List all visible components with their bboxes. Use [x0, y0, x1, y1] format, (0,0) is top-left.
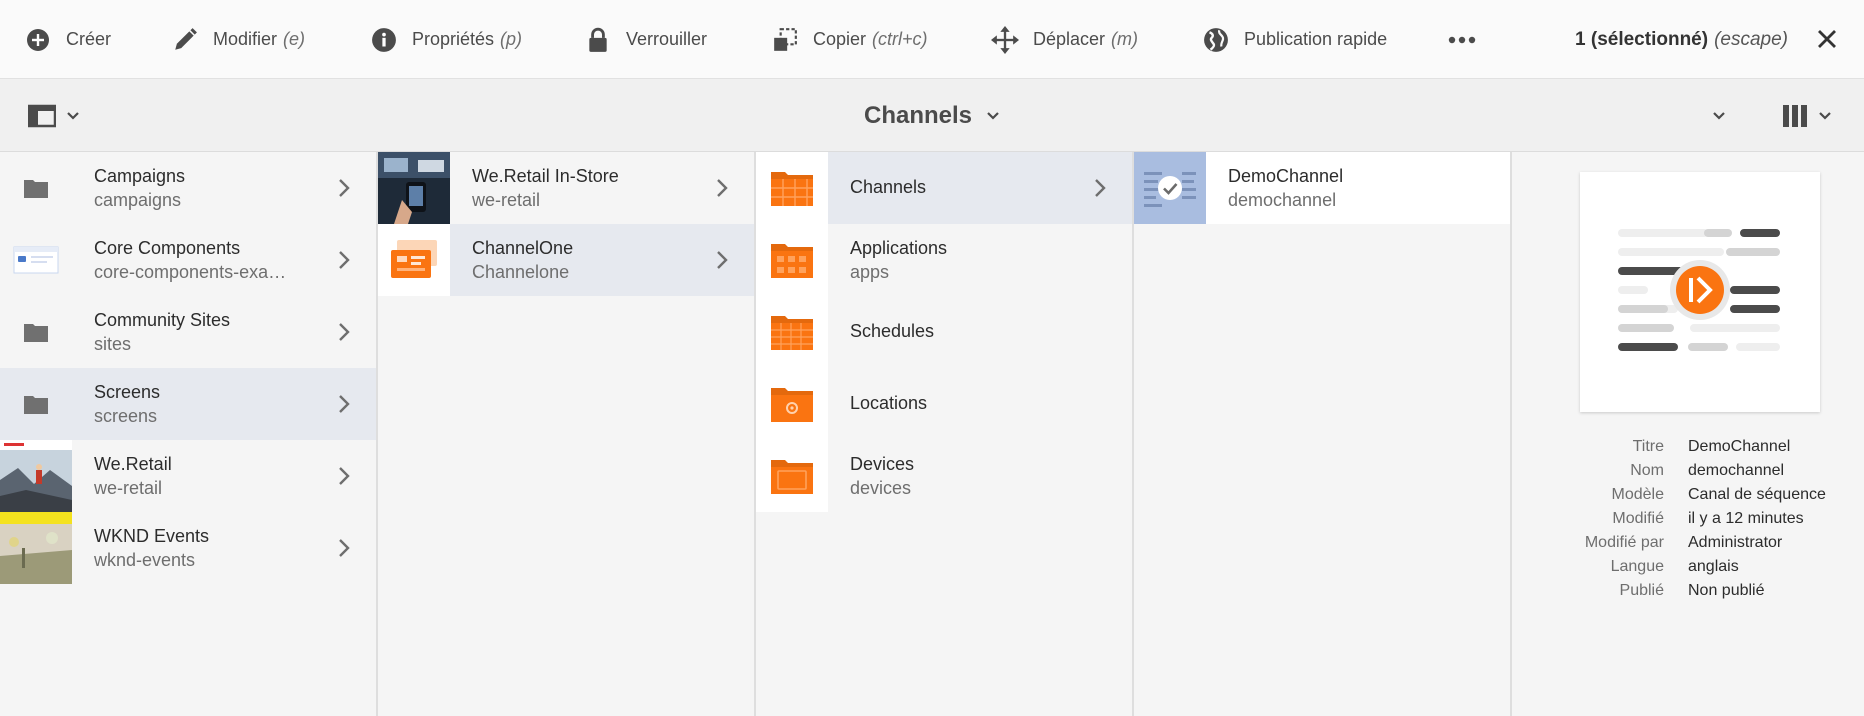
copy-button[interactable]: Copier (ctrl+c)	[771, 0, 928, 79]
move-button[interactable]: Déplacer (m)	[991, 0, 1138, 79]
header-bar: Channels	[0, 79, 1864, 152]
column-root: Campaigns campaigns Core Components core-c…	[0, 152, 378, 716]
chevron-right-icon	[339, 251, 350, 269]
orange-folder-icon	[756, 152, 828, 224]
orange-folder-icon	[756, 440, 828, 512]
column-item-wknd-events[interactable]: WKND Events wknd-events	[0, 512, 376, 584]
preview-thumbnail	[1580, 172, 1820, 412]
chevron-down-icon	[986, 111, 1000, 121]
column-screens: We.Retail In-Store we-retail ChannelOne Ch…	[378, 152, 756, 716]
field-photo-thumbnail	[0, 512, 72, 584]
chevron-right-icon	[339, 467, 350, 485]
selection-status: 1 (sélectionné) (escape)	[1575, 28, 1788, 50]
chevron-down-icon	[66, 111, 80, 121]
column-item-applications[interactable]: Applications apps	[756, 224, 1132, 296]
view-switcher-button[interactable]	[1782, 101, 1832, 131]
lock-icon	[584, 26, 612, 54]
orange-folder-icon	[756, 296, 828, 368]
selected-thumbnail	[1134, 152, 1206, 224]
orange-folder-icon	[756, 224, 828, 296]
chevron-right-icon	[1095, 179, 1106, 197]
column-channelone: Channels Applications apps Schedules Loca…	[756, 152, 1134, 716]
store-photo-thumbnail	[378, 152, 450, 224]
meta-row-published: Publié Non publié	[1619, 582, 1765, 599]
copy-icon	[771, 26, 799, 54]
more-actions-button[interactable]	[1448, 0, 1476, 79]
close-icon	[1817, 29, 1837, 49]
page-title: Channels	[863, 101, 973, 129]
quick-publish-button[interactable]: Publication rapide	[1202, 0, 1387, 79]
orange-folder-icon	[756, 368, 828, 440]
edit-button[interactable]: Modifier (e)	[171, 0, 305, 79]
info-icon	[370, 26, 398, 54]
chevron-down-icon	[1818, 111, 1832, 121]
chevron-right-icon	[339, 179, 350, 197]
rail-toggle-button[interactable]	[28, 101, 80, 131]
column-item-campaigns[interactable]: Campaigns campaigns	[0, 152, 376, 224]
lock-button[interactable]: Verrouiller	[584, 0, 707, 79]
chevron-right-icon	[717, 251, 728, 269]
more-icon	[1448, 36, 1476, 44]
folder-icon	[0, 152, 72, 224]
column-item-we-retail-in-store[interactable]: We.Retail In-Store we-retail	[378, 152, 754, 224]
move-icon	[991, 25, 1019, 54]
meta-row-name: Nom demochannel	[1630, 462, 1785, 479]
chevron-right-icon	[339, 539, 350, 557]
column-item-demochannel[interactable]: DemoChannel demochannel	[1134, 152, 1510, 224]
checkmark-icon	[1158, 176, 1182, 200]
column-item-devices[interactable]: Devices devices	[756, 440, 1132, 512]
folder-icon	[0, 296, 72, 368]
chevron-right-icon	[717, 179, 728, 197]
pencil-icon	[171, 26, 199, 54]
preview-panel: Titre DemoChannel Nom demochannel Modèle Ca…	[1512, 152, 1864, 716]
meta-row-template: Modèle Canal de séquence	[1611, 486, 1826, 503]
meta-row-modified-by: Modifié par Administrator	[1584, 534, 1783, 551]
side-panel-icon	[28, 104, 56, 128]
exit-selection-button[interactable]	[1812, 24, 1842, 54]
properties-button[interactable]: Propriétés (p)	[370, 0, 522, 79]
column-item-core-components[interactable]: Core Components core-components-exa…	[0, 224, 376, 296]
column-item-community-sites[interactable]: Community Sites sites	[0, 296, 376, 368]
channel-card-thumbnail	[378, 224, 450, 296]
chevron-right-icon	[339, 395, 350, 413]
column-item-we-retail[interactable]: We.Retail we-retail	[0, 440, 376, 512]
column-item-schedules[interactable]: Schedules	[756, 296, 1132, 368]
meta-row-language: Langue anglais	[1610, 558, 1739, 575]
column-item-locations[interactable]: Locations	[756, 368, 1132, 440]
create-button[interactable]: Créer	[24, 0, 111, 79]
site-thumbnail	[0, 224, 72, 296]
action-bar: Créer Modifier (e) Propriétés (p) Verrou…	[0, 0, 1864, 79]
preview-metadata: Titre DemoChannel Nom demochannel Modèle Ca…	[1512, 435, 1864, 603]
sort-dropdown-button[interactable]	[1704, 101, 1734, 131]
column-channels: DemoChannel demochannel	[1134, 152, 1512, 716]
chevron-right-icon	[339, 323, 350, 341]
breadcrumb-dropdown[interactable]: Channels	[864, 102, 1000, 130]
column-item-screens[interactable]: Screens screens	[0, 368, 376, 440]
add-circle-icon	[24, 26, 52, 54]
mountain-photo-thumbnail	[0, 440, 72, 512]
meta-row-title: Titre DemoChannel	[1632, 438, 1791, 455]
meta-row-modified: Modifié il y a 12 minutes	[1612, 510, 1804, 527]
column-view-icon	[1782, 104, 1808, 128]
folder-icon	[0, 368, 72, 440]
column-item-channels[interactable]: Channels	[756, 152, 1132, 224]
globe-icon	[1202, 26, 1230, 54]
chevron-down-icon	[1712, 111, 1726, 121]
column-item-channelone[interactable]: ChannelOne Channelone	[378, 224, 754, 296]
